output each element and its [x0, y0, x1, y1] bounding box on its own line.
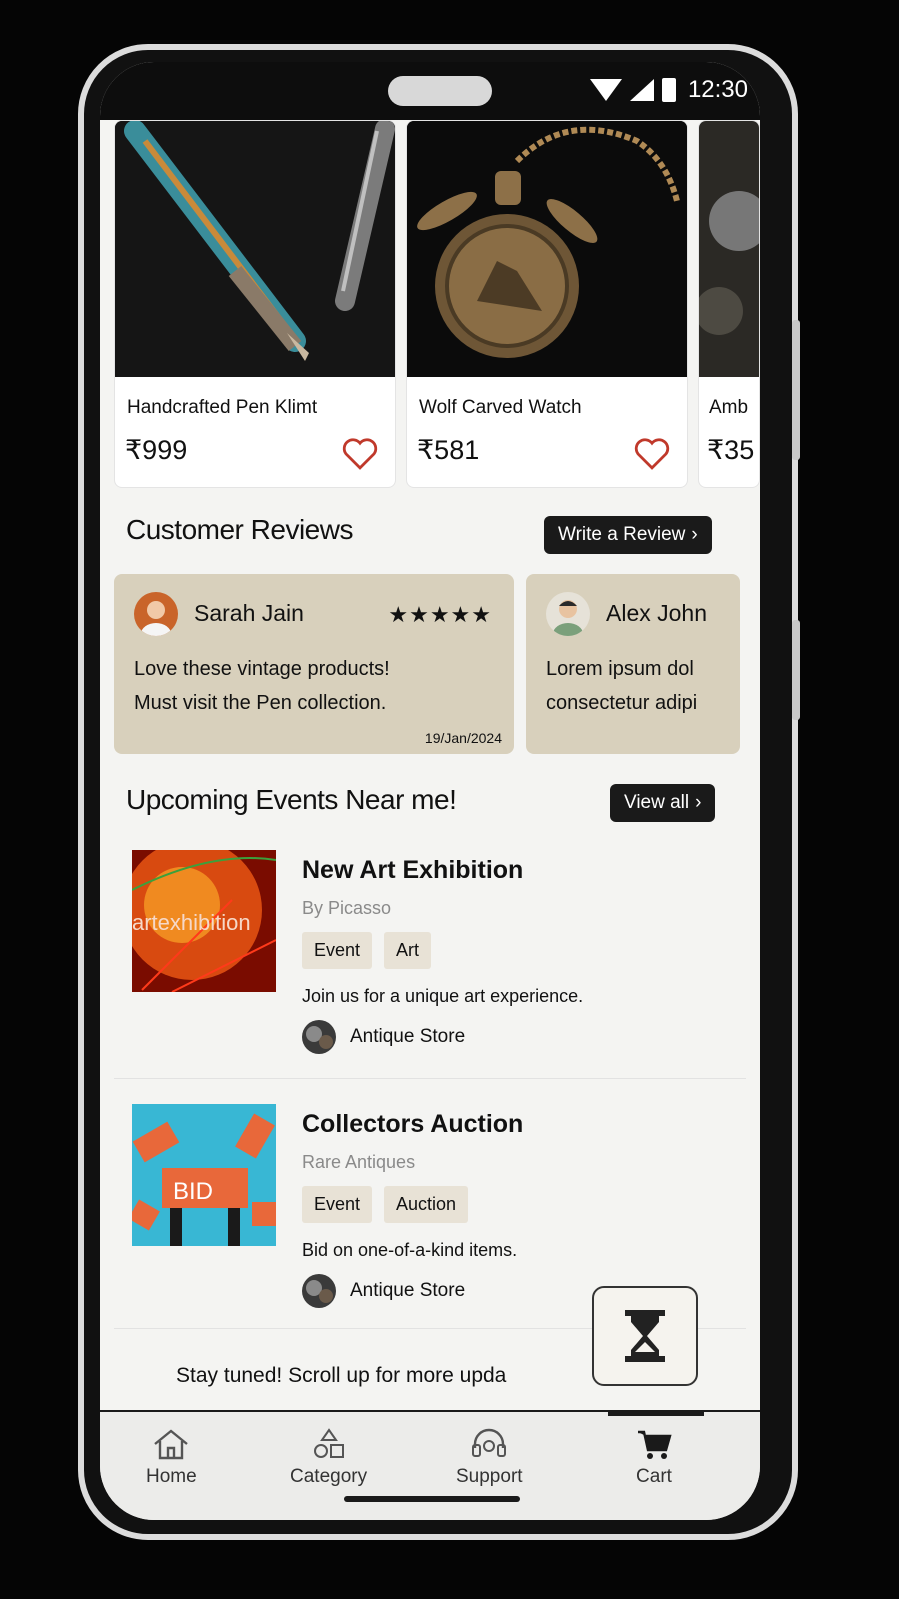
write-review-label: Write a Review	[558, 524, 686, 545]
product-name: Amb	[709, 397, 749, 418]
support-icon	[472, 1428, 507, 1457]
review-card: Sarah Jain ★★★★★ Love these vintage prod…	[114, 574, 514, 754]
product-price: ₹35	[707, 435, 755, 465]
status-bar: 12:30	[100, 62, 760, 120]
product-image-watch	[407, 121, 687, 377]
store-name: Antique Store	[350, 1026, 466, 1047]
hourglass-icon	[625, 1310, 665, 1362]
hourglass-button[interactable]	[592, 1286, 698, 1386]
review-carousel[interactable]: Sarah Jain ★★★★★ Love these vintage prod…	[114, 574, 740, 754]
product-name: Handcrafted Pen Klimt	[127, 397, 318, 418]
event-tag: Event	[302, 932, 373, 969]
reviews-title: Customer Reviews	[126, 514, 353, 545]
rating-stars: ★★★★★	[388, 602, 492, 627]
divider	[114, 1078, 746, 1079]
home-icon	[154, 1429, 189, 1460]
scroll-hint-text: Stay tuned! Scroll up for more upda	[176, 1364, 507, 1387]
product-price: ₹581	[417, 435, 480, 465]
store-avatar	[302, 1020, 336, 1054]
view-all-label: View all	[624, 792, 690, 813]
wifi-icon	[589, 79, 622, 101]
nav-item-cart[interactable]: Cart	[634, 1428, 674, 1488]
review-line: Lorem ipsum dol	[546, 658, 694, 680]
product-price: ₹999	[125, 435, 188, 465]
heart-icon[interactable]	[341, 437, 379, 471]
cart-icon	[638, 1430, 672, 1459]
store-avatar	[302, 1274, 336, 1308]
review-card: Alex John Lorem ipsum dol consectetur ad…	[526, 574, 740, 754]
event-image-auction: BID	[132, 1104, 276, 1246]
review-line: Must visit the Pen collection.	[134, 692, 387, 714]
nav-label: Category	[290, 1466, 368, 1487]
view-all-button[interactable]: View all ›	[610, 784, 716, 822]
battery-icon	[661, 78, 676, 102]
event-description: Join us for a unique art experience.	[302, 986, 584, 1006]
product-carousel[interactable]: Handcrafted Pen Klimt ₹999 Wolf Carved W…	[114, 120, 760, 488]
event-image-art: artexhibition	[132, 850, 276, 992]
event-tag: Auction	[384, 1186, 469, 1223]
nav-item-support[interactable]: Support	[456, 1428, 523, 1488]
product-image	[699, 121, 759, 377]
events-title: Upcoming Events Near me!	[126, 784, 457, 815]
nav-label: Support	[456, 1466, 523, 1487]
nav-item-category[interactable]: Category	[290, 1428, 367, 1488]
event-image-text: artexhibition	[132, 910, 251, 935]
nav-label: Home	[146, 1466, 197, 1487]
reviewer-name: Alex John	[606, 600, 708, 626]
review-line: Love these vintage products!	[134, 658, 390, 680]
heart-icon[interactable]	[633, 437, 671, 471]
signal-icon	[629, 79, 654, 101]
product-card[interactable]: Handcrafted Pen Klimt ₹999	[114, 120, 396, 488]
avatar	[134, 592, 178, 636]
category-icon	[313, 1428, 344, 1458]
chevron-right-icon: ›	[691, 524, 698, 545]
event-title: New Art Exhibition	[302, 856, 524, 884]
review-line: consectetur adipi	[546, 692, 698, 714]
active-tab-indicator	[608, 1412, 704, 1416]
power-button	[792, 620, 800, 720]
review-text: Lorem ipsum dol consectetur adipi	[546, 652, 697, 720]
store-name: Antique Store	[350, 1280, 466, 1301]
avatar	[546, 592, 590, 636]
event-card[interactable]: artexhibition New Art Exhibition By Pica…	[132, 850, 742, 1070]
event-tag: Art	[384, 932, 432, 969]
write-review-button[interactable]: Write a Review ›	[544, 516, 712, 554]
product-card[interactable]: Amb ₹35	[698, 120, 760, 488]
volume-button	[792, 320, 800, 460]
app-screen: 12:30 Handcrafted Pen Klimt ₹999 Wolf Ca…	[100, 62, 760, 1520]
status-time: 12:30	[687, 76, 748, 103]
event-subtitle: Rare Antiques	[302, 1152, 416, 1172]
review-date: 19/Jan/2024	[424, 730, 502, 746]
product-name: Wolf Carved Watch	[419, 397, 582, 418]
event-description: Bid on one-of-a-kind items.	[302, 1240, 518, 1260]
chevron-right-icon: ›	[695, 792, 702, 813]
event-image-text: BID	[173, 1178, 213, 1205]
nav-item-home[interactable]: Home	[146, 1428, 197, 1488]
reviewer-name: Sarah Jain	[194, 600, 304, 626]
bottom-nav: Home Category Support Cart	[100, 1410, 760, 1520]
event-subtitle: By Picasso	[302, 898, 392, 918]
gesture-bar	[344, 1496, 520, 1502]
product-image-pen	[115, 121, 395, 377]
review-text: Love these vintage products! Must visit …	[134, 652, 390, 720]
camera-notch	[388, 76, 492, 106]
event-title: Collectors Auction	[302, 1110, 524, 1138]
nav-label: Cart	[636, 1466, 672, 1487]
event-tag: Event	[302, 1186, 373, 1223]
product-card[interactable]: Wolf Carved Watch ₹581	[406, 120, 688, 488]
